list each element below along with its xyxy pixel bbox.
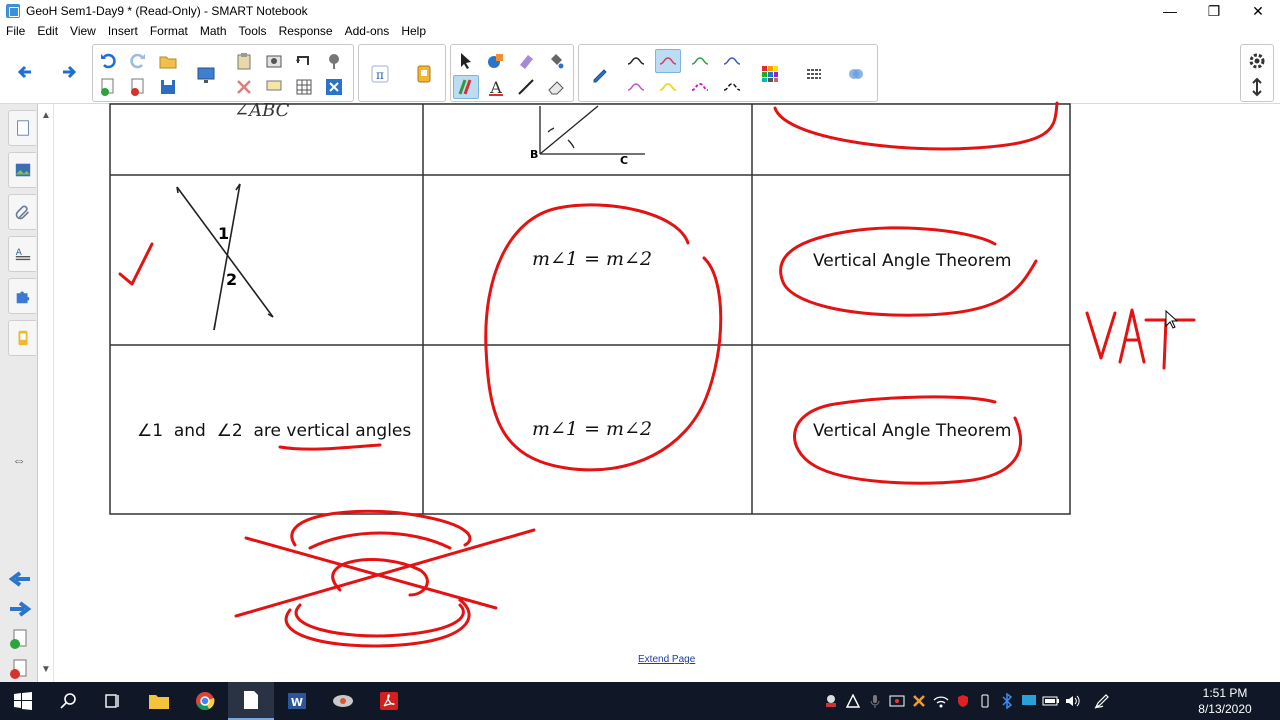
chrome-icon[interactable] bbox=[182, 682, 228, 720]
mouse-cursor-icon bbox=[1165, 310, 1179, 329]
screen-recorder-icon[interactable] bbox=[320, 682, 366, 720]
angle-abc-diagram bbox=[539, 105, 645, 155]
people-tray-icon[interactable] bbox=[820, 682, 842, 720]
row3-reason: Vertical Angle Theorem bbox=[813, 421, 1012, 441]
proof-table bbox=[109, 103, 1071, 515]
system-tray bbox=[820, 682, 1120, 720]
pen-workspace-tray-icon[interactable] bbox=[1084, 682, 1120, 720]
security-tray-icon[interactable] bbox=[952, 682, 974, 720]
clock-date: 8/13/2020 bbox=[1198, 702, 1252, 716]
task-view-icon[interactable] bbox=[90, 682, 136, 720]
windows-taskbar: W 1:51 PM 8/13/2020 bbox=[0, 682, 1280, 720]
microphone-tray-icon[interactable] bbox=[864, 682, 886, 720]
network-tray-icon[interactable] bbox=[930, 682, 952, 720]
bluetooth-tray-icon[interactable] bbox=[996, 682, 1018, 720]
battery-tray-icon[interactable] bbox=[1040, 682, 1062, 720]
row3-given: ∠1 and ∠2 are vertical angles bbox=[137, 421, 411, 441]
point-b-label: B bbox=[530, 148, 539, 161]
usb-tray-icon[interactable] bbox=[974, 682, 996, 720]
autocad-tray-icon[interactable] bbox=[842, 682, 864, 720]
row2-reason: Vertical Angle Theorem bbox=[813, 251, 1012, 271]
point-c-label: C bbox=[620, 154, 629, 167]
smart-notebook-taskbar-icon[interactable] bbox=[228, 682, 274, 720]
extend-page-link[interactable]: Extend Page bbox=[638, 654, 695, 665]
svg-text:W: W bbox=[291, 696, 303, 709]
taskbar-clock[interactable]: 1:51 PM 8/13/2020 bbox=[1190, 685, 1260, 717]
tool-tray-icon[interactable] bbox=[908, 682, 930, 720]
row2-statement: m∠1 = m∠2 bbox=[532, 248, 653, 270]
windows-start-icon[interactable] bbox=[0, 682, 46, 720]
angle-2-label: 2 bbox=[226, 270, 238, 289]
smart-notebook-window: GeoH Sem1-Day9 * (Read-Only) - SMART Not… bbox=[0, 0, 1280, 720]
row3-statement: m∠1 = m∠2 bbox=[532, 418, 653, 440]
file-explorer-icon[interactable] bbox=[136, 682, 182, 720]
row3-given-prefix: ∠1 and ∠2 are bbox=[137, 421, 287, 441]
word-icon[interactable]: W bbox=[274, 682, 320, 720]
recorder-tray-icon[interactable] bbox=[886, 682, 908, 720]
vertical-angles-figure bbox=[176, 183, 274, 331]
acrobat-icon[interactable] bbox=[366, 682, 412, 720]
angle-abc-label: ∠ABC bbox=[234, 100, 290, 121]
display-tray-icon[interactable] bbox=[1018, 682, 1040, 720]
angle-1-label: 1 bbox=[218, 224, 230, 243]
volume-tray-icon[interactable] bbox=[1062, 682, 1084, 720]
clock-time: 1:51 PM bbox=[1202, 686, 1248, 700]
row3-given-emphasis: vertical angles bbox=[286, 421, 412, 441]
search-icon[interactable] bbox=[46, 682, 92, 720]
